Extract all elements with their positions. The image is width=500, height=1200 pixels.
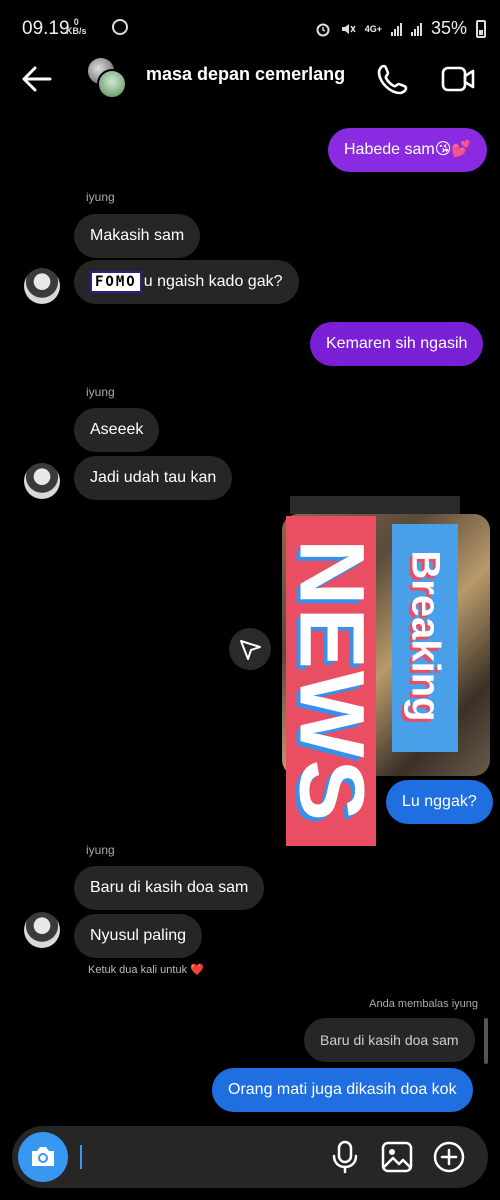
fomo-sticker: FOMO [90, 271, 142, 293]
outgoing-message[interactable]: Kemaren sih ngasih [310, 322, 484, 366]
message-composer [12, 1126, 488, 1188]
group-avatar[interactable] [86, 56, 130, 100]
chat-header: masa depan cemerlang [0, 52, 500, 110]
battery-icon [476, 19, 486, 38]
incoming-message[interactable]: Aseeek [74, 408, 160, 452]
messenger-notification-icon [112, 19, 128, 35]
avatar[interactable] [24, 268, 60, 304]
outgoing-message[interactable]: Habede sam😘💕 [328, 128, 488, 172]
add-icon[interactable] [432, 1140, 466, 1174]
phone-icon[interactable] [376, 62, 410, 96]
camera-button[interactable] [18, 1132, 68, 1182]
share-button[interactable] [229, 628, 271, 670]
breaking-text: Breaking [403, 550, 448, 722]
incoming-message[interactable]: Jadi udah tau kan [74, 456, 233, 500]
avatar[interactable] [24, 463, 60, 499]
incoming-message[interactable]: Baru di kasih doa sam [74, 866, 265, 910]
incoming-message[interactable]: Nyusul paling [74, 914, 203, 958]
reply-bar [484, 1018, 488, 1064]
incoming-message[interactable]: Makasih sam [74, 214, 201, 258]
camera-icon [32, 1147, 54, 1166]
message-text: u ngaish kado gak? [143, 273, 283, 290]
video-camera-icon[interactable] [440, 62, 476, 96]
status-bar: 09.19 0 KB/s 4G+ 35% [0, 0, 500, 52]
back-arrow-icon[interactable] [20, 62, 54, 96]
net-speed: 0 KB/s [66, 17, 87, 36]
sender-name: iyung [86, 843, 115, 857]
gallery-icon[interactable] [380, 1140, 414, 1174]
battery-percent: 35% [430, 18, 467, 38]
signal-2-icon [410, 22, 422, 36]
microphone-icon[interactable] [330, 1140, 360, 1174]
status-time: 09.19 [22, 18, 70, 39]
message-input[interactable] [84, 1140, 314, 1174]
outgoing-message[interactable]: Lu nggak? [386, 780, 493, 824]
avatar [97, 69, 127, 99]
alarm-icon [316, 23, 330, 36]
sender-name: iyung [86, 385, 115, 399]
status-right: 4G+ 35% [315, 18, 486, 39]
signal-icon [390, 22, 402, 36]
outgoing-message[interactable]: Orang mati juga dikasih doa kok [212, 1068, 473, 1112]
network-type: 4G+ [364, 23, 382, 34]
chat-title[interactable]: masa depan cemerlang [146, 64, 345, 85]
incoming-message[interactable]: FOMO u ngaish kado gak? [74, 260, 299, 304]
replied-message-quote[interactable]: Baru di kasih doa sam [304, 1018, 475, 1062]
send-icon [240, 640, 261, 660]
post-top-strip [290, 496, 460, 514]
sender-name: iyung [86, 190, 115, 204]
reply-label: Anda membalas iyung [369, 998, 478, 1010]
double-tap-hint: Ketuk dua kali untuk ❤️ [88, 964, 204, 976]
news-text: NEWS [280, 539, 383, 823]
text-cursor [80, 1145, 82, 1169]
mute-icon [341, 23, 356, 34]
avatar[interactable] [24, 912, 60, 948]
